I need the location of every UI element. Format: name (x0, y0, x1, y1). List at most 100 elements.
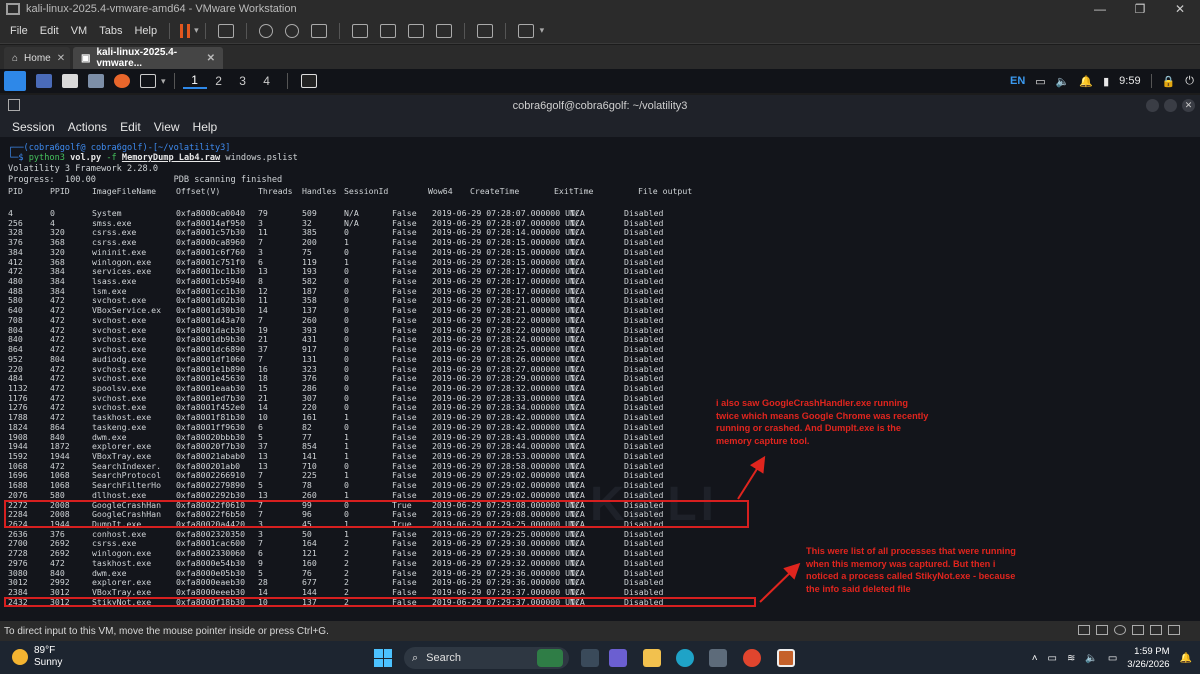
revert-snapshot-icon[interactable] (284, 23, 299, 38)
terminal-menu-session[interactable]: Session (12, 120, 55, 134)
terminal-menu-actions[interactable]: Actions (68, 120, 107, 134)
chevron-down-icon[interactable]: ▾ (194, 25, 199, 36)
keyboard-layout[interactable]: EN (1010, 75, 1025, 87)
toolbar-separator (338, 22, 340, 39)
terminal-menubar: Session Actions Edit View Help (0, 117, 1200, 137)
battery-icon[interactable]: ▭ (1108, 653, 1117, 664)
task-view-icon[interactable] (581, 649, 599, 667)
library-icon[interactable] (351, 23, 368, 38)
close-tab-icon[interactable]: ✕ (207, 53, 215, 64)
workspace-1[interactable]: 1 (182, 73, 207, 89)
vmware-status-bar: To direct input to this VM, move the mou… (0, 621, 1200, 641)
menu-vm[interactable]: VM (65, 25, 94, 37)
thumbnail-icon[interactable] (379, 23, 396, 38)
arrow-to-stikynot (759, 562, 801, 603)
pause-icon[interactable] (180, 23, 191, 38)
terminal-output[interactable]: KALI ┌──(cobra6golf@ cobra6golf)-[~/vola… (0, 137, 1200, 621)
system-tray: ˄ ▭ ≋ 🔈 ▭ 1:59 PM 3/26/2026 🔔 (1032, 645, 1192, 671)
chrome-icon[interactable] (743, 649, 761, 667)
toolbar-separator (463, 22, 465, 39)
display-settings-icon[interactable] (1168, 625, 1180, 635)
snapshot-manager-icon[interactable] (310, 23, 327, 38)
fullscreen-icon[interactable] (407, 23, 424, 38)
stretch-icon[interactable] (517, 23, 534, 38)
store-icon[interactable] (709, 649, 727, 667)
home-icon: ⌂ (12, 52, 19, 64)
show-desktop-icon[interactable] (36, 74, 52, 88)
cd-icon[interactable] (1114, 625, 1126, 635)
weather-temp: 89°F (34, 645, 56, 656)
search-box[interactable]: ⌕ Search (404, 647, 569, 669)
menu-tabs[interactable]: Tabs (93, 25, 128, 37)
text-editor-icon[interactable] (88, 74, 104, 88)
network-adapter-icon[interactable] (1096, 625, 1108, 635)
workspace-2[interactable]: 2 (207, 74, 231, 88)
workspace-3[interactable]: 3 (231, 74, 255, 88)
close-icon[interactable]: ✕ (1160, 0, 1200, 18)
terminal-task-icon[interactable] (300, 74, 317, 88)
terminal-menu-edit[interactable]: Edit (120, 120, 141, 134)
kali-menu-icon[interactable] (4, 71, 26, 91)
weather-widget[interactable]: 89°F Sunny (12, 645, 62, 669)
panel-separator (1150, 74, 1152, 88)
sound-card-icon[interactable] (1150, 625, 1162, 635)
vmware-logo-icon (6, 3, 20, 15)
notification-bell-icon[interactable]: 🔔 (1180, 653, 1192, 664)
panel-separator (173, 73, 175, 89)
terminal-maximize-icon[interactable] (1164, 99, 1177, 112)
battery-icon[interactable]: ▮ (1103, 75, 1109, 88)
chevron-down-icon[interactable]: ▾ (540, 25, 545, 36)
toolbar-separator (204, 22, 206, 39)
sun-icon (12, 649, 28, 665)
tab-home-label: Home (24, 52, 51, 64)
terminal-menu-view[interactable]: View (154, 120, 180, 134)
teams-icon[interactable] (609, 649, 627, 667)
menu-edit[interactable]: Edit (34, 25, 65, 37)
workspace-4[interactable]: 4 (255, 74, 279, 88)
unity-icon[interactable] (435, 23, 452, 38)
toolbar-separator (169, 22, 171, 39)
menu-help[interactable]: Help (128, 25, 163, 37)
terminal-minimize-icon[interactable] (1146, 99, 1159, 112)
usb-icon[interactable] (1132, 625, 1144, 635)
tab-home[interactable]: ⌂ Home ✕ (4, 47, 70, 69)
terminal-menu-help[interactable]: Help (193, 120, 218, 134)
edge-icon[interactable] (676, 649, 694, 667)
kali-top-panel: ▾ 1 2 3 4 EN ▭ 🔈 🔔 ▮ 9:59 🔒 ⏻ (0, 69, 1200, 93)
panel-clock[interactable]: 9:59 (1119, 75, 1140, 87)
firefox-icon[interactable] (114, 74, 130, 88)
file-manager-icon[interactable] (62, 74, 78, 88)
hdd-icon[interactable] (1078, 625, 1090, 635)
notifications-icon[interactable]: 🔔 (1079, 75, 1093, 88)
send-ctrl-alt-del-icon[interactable] (217, 23, 234, 38)
vmware-titlebar: kali-linux-2025.4-vmware-amd64 - VMware … (0, 0, 1200, 18)
close-tab-icon[interactable]: ✕ (57, 53, 65, 64)
wifi-icon[interactable]: ≋ (1067, 653, 1075, 664)
display-icon[interactable]: ▭ (1035, 75, 1045, 88)
tab-kali-vm[interactable]: ▣ kali-linux-2025.4-vmware... ✕ (73, 47, 223, 69)
vmware-taskbar-icon[interactable] (777, 649, 795, 667)
terminal-launcher-icon[interactable] (140, 74, 156, 88)
start-button-icon[interactable] (374, 649, 392, 667)
taskbar-date: 3/26/2026 (1127, 659, 1170, 670)
taskbar-clock[interactable]: 1:59 PM 3/26/2026 (1127, 645, 1169, 671)
arrow-to-googlecrash (737, 455, 766, 500)
vmware-status-text: To direct input to this VM, move the mou… (4, 625, 329, 637)
menu-file[interactable]: File (4, 25, 34, 37)
lock-icon[interactable]: 🔒 (1162, 75, 1176, 88)
speaker-icon[interactable]: 🔈 (1085, 653, 1097, 664)
file-explorer-icon[interactable] (643, 649, 661, 667)
console-view-icon[interactable] (476, 23, 493, 38)
volume-icon[interactable]: 🔈 (1056, 75, 1070, 88)
tray-overflow-icon[interactable]: ˄ (1032, 653, 1038, 664)
terminal-close-icon[interactable]: ✕ (1182, 99, 1195, 112)
power-icon[interactable]: ⏻ (1185, 75, 1194, 88)
restore-icon[interactable]: ❐ (1120, 0, 1160, 18)
tray-app-icon[interactable]: ▭ (1048, 653, 1057, 664)
terminal-window-icon (8, 99, 20, 111)
minimize-icon[interactable]: — (1080, 0, 1120, 18)
vmware-menubar: File Edit VM Tabs Help ▾ ▾ (0, 18, 1200, 44)
vmware-tab-strip: ⌂ Home ✕ ▣ kali-linux-2025.4-vmware... ✕ (0, 45, 1200, 69)
snapshot-icon[interactable] (258, 23, 273, 38)
chevron-down-icon[interactable]: ▾ (161, 76, 166, 87)
